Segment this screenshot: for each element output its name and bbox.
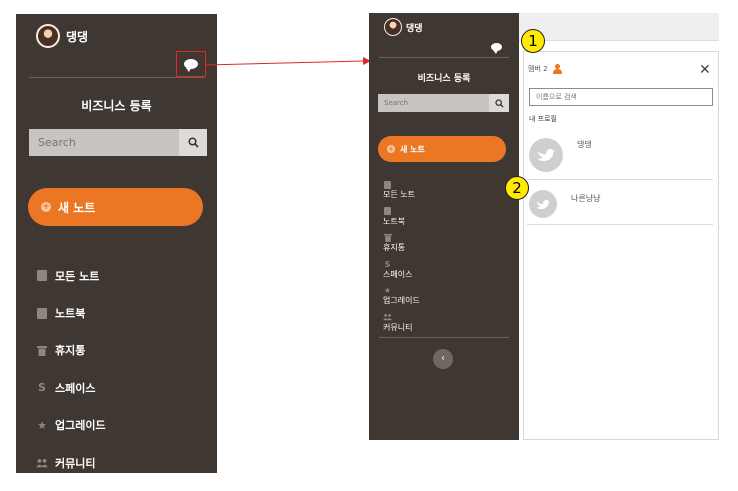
step-marker-2: 2 <box>505 176 529 200</box>
sidebar-item-community[interactable]: 커뮤니티 <box>383 313 420 340</box>
people-icon <box>36 457 48 469</box>
sidebar-item-upgrade[interactable]: ★ 업그레이드 <box>383 286 420 313</box>
business-register-title[interactable]: 비즈니스 등록 <box>369 71 519 84</box>
new-note-label: 새 노트 <box>58 200 96 215</box>
person-icon <box>552 64 562 74</box>
sidebar-item-notebook[interactable]: 노트북 <box>383 207 420 234</box>
user-profile[interactable]: 댕댕 <box>384 18 423 36</box>
sidebar-item-trash[interactable]: 휴지통 <box>383 233 420 260</box>
content-header-bar <box>519 13 719 41</box>
search-bar <box>378 94 509 112</box>
sidebar-item-label: 커뮤니티 <box>55 456 96 470</box>
spaces-icon: S <box>38 381 46 395</box>
chat-highlight-box <box>176 51 206 77</box>
sidebar-item-label: 모든 노트 <box>383 190 415 199</box>
sidebar-item-label: 스페이스 <box>55 381 96 395</box>
search-icon <box>494 98 504 108</box>
avatar <box>384 18 402 36</box>
left-sidebar: 댕댕 비즈니스 등록 + 새 노트 모든 노트 노트북 휴지통 S 스페이스 <box>16 14 217 473</box>
member-panel: 멤버 2 ✕ 내 프로필 댕댕 나른냥냥 <box>523 51 719 440</box>
member-row[interactable]: 나른냥냥 <box>529 190 600 218</box>
search-input[interactable] <box>29 129 179 156</box>
trash-icon <box>383 233 392 243</box>
member-name: 댕댕 <box>577 140 592 149</box>
bird-avatar-icon <box>529 138 563 172</box>
pointer-arrow <box>205 57 371 66</box>
search-button[interactable] <box>179 129 207 156</box>
star-icon: ★ <box>37 418 47 432</box>
user-profile[interactable]: 댕댕 <box>36 24 88 48</box>
notes-icon <box>383 180 392 189</box>
divider <box>527 179 713 180</box>
sidebar-item-label: 휴지통 <box>55 344 86 358</box>
divider <box>379 337 509 338</box>
sidebar-menu: 모든 노트 노트북 휴지통 S 스페이스 ★ 업그레이드 커뮤니티 <box>383 180 420 340</box>
sidebar-item-all-notes[interactable]: 모든 노트 <box>383 180 420 207</box>
trash-icon <box>36 344 48 356</box>
chat-bubble-icon[interactable] <box>491 43 502 54</box>
collapse-sidebar-button[interactable]: ‹ <box>433 349 453 369</box>
sidebar-item-label: 모든 노트 <box>55 269 100 283</box>
new-note-label: 새 노트 <box>400 144 425 154</box>
avatar <box>36 24 60 48</box>
sidebar-menu: 모든 노트 노트북 휴지통 S 스페이스 ★ 업그레이드 커뮤니티 <box>36 257 106 481</box>
sidebar-item-spaces[interactable]: S 스페이스 <box>383 260 420 287</box>
user-name: 댕댕 <box>406 23 423 34</box>
step-marker-1: 1 <box>521 29 545 53</box>
user-name: 댕댕 <box>66 29 89 44</box>
plus-icon: + <box>41 202 51 212</box>
sidebar-item-label: 커뮤니티 <box>383 322 413 332</box>
sidebar-item-label: 노트북 <box>383 216 406 226</box>
chat-bubble-icon[interactable] <box>184 59 198 72</box>
sidebar-item-label: 스페이스 <box>383 269 413 279</box>
sidebar-item-upgrade[interactable]: ★ 업그레이드 <box>36 407 106 444</box>
member-count: 멤버 2 <box>528 64 562 74</box>
people-icon <box>383 313 392 322</box>
search-button[interactable] <box>489 94 509 112</box>
member-row[interactable]: 댕댕 <box>529 138 592 172</box>
spaces-icon: S <box>384 259 391 269</box>
sidebar-item-notebook[interactable]: 노트북 <box>36 294 106 331</box>
divider <box>29 77 204 78</box>
search-input[interactable] <box>378 94 489 112</box>
search-icon <box>187 137 199 148</box>
divider <box>527 224 713 225</box>
business-register-title[interactable]: 비즈니스 등록 <box>16 97 217 114</box>
notes-icon <box>36 270 48 282</box>
star-icon: ★ <box>383 286 392 296</box>
new-note-button[interactable]: + 새 노트 <box>28 188 203 226</box>
new-note-button[interactable]: + 새 노트 <box>378 136 506 162</box>
sidebar-item-label: 휴지통 <box>383 243 406 253</box>
sidebar-item-label: 업그레이드 <box>383 296 420 306</box>
right-sidebar: 댕댕 비즈니스 등록 + 새 노트 모든 노트 노트북 휴지통 S 스페이스 ★ <box>369 13 519 440</box>
plus-icon: + <box>387 145 395 153</box>
member-count-label: 멤버 2 <box>528 65 548 73</box>
sidebar-item-community[interactable]: 커뮤니티 <box>36 444 106 481</box>
bird-avatar-icon <box>529 190 557 218</box>
search-bar <box>29 129 207 156</box>
sidebar-item-label: 노트북 <box>55 307 86 321</box>
name-search-input[interactable] <box>529 88 713 106</box>
my-profile-label: 내 프로필 <box>529 115 557 123</box>
divider <box>379 57 509 58</box>
sidebar-item-trash[interactable]: 휴지통 <box>36 332 106 369</box>
sidebar-item-all-notes[interactable]: 모든 노트 <box>36 257 106 294</box>
sidebar-item-spaces[interactable]: S 스페이스 <box>36 369 106 406</box>
notebook-icon <box>383 207 392 216</box>
notebook-icon <box>36 307 48 319</box>
close-button[interactable]: ✕ <box>699 62 711 78</box>
sidebar-item-label: 업그레이드 <box>55 419 106 433</box>
member-name: 나른냥냥 <box>571 194 601 203</box>
